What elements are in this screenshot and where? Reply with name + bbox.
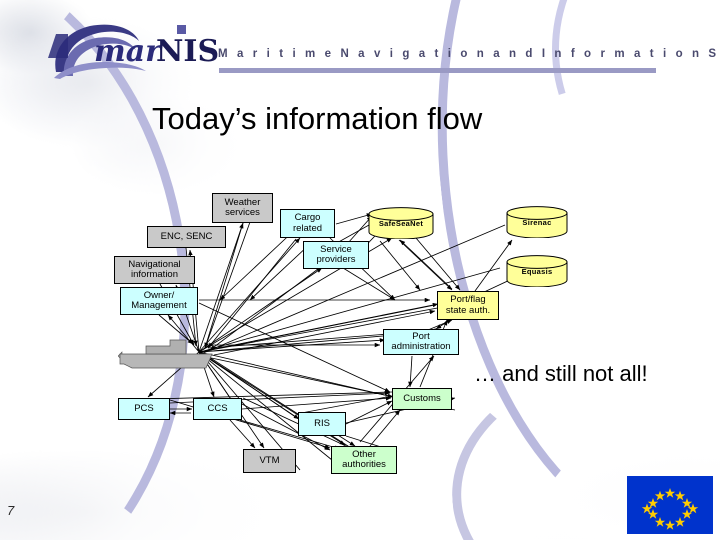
node-service-providers[interactable]: Service providers — [303, 241, 369, 269]
node-sirenac-label: Sirenac — [522, 217, 552, 227]
node-equasis-label: Equasis — [521, 266, 553, 276]
node-owner-management[interactable]: Owner/ Management — [120, 287, 198, 315]
node-port-flag-state-auth[interactable]: Port/flag state auth. — [437, 291, 499, 320]
node-ccs[interactable]: CCS — [193, 398, 242, 420]
slide: mar NIS M a r i t i m e N a v i g a t i … — [0, 0, 720, 540]
node-other-authorities[interactable]: Other authorities — [331, 446, 397, 474]
node-navigational-information[interactable]: Navigational information — [114, 256, 195, 284]
node-safeseanet[interactable]: SafeSeaNet — [368, 207, 434, 239]
node-port-administration[interactable]: Port administration — [383, 329, 459, 355]
node-equasis[interactable]: Equasis — [506, 255, 568, 287]
node-customs[interactable]: Customs — [392, 388, 452, 410]
node-sirenac[interactable]: Sirenac — [506, 206, 568, 238]
page-number: 7 — [7, 503, 15, 518]
node-ris[interactable]: RIS — [298, 412, 346, 436]
node-vtm[interactable]: VTM — [243, 449, 296, 473]
node-weather-services[interactable]: Weather services — [212, 193, 273, 223]
ship-icon — [118, 338, 214, 374]
eu-flag-icon — [627, 476, 713, 534]
node-safeseanet-label: SafeSeaNet — [378, 218, 424, 228]
annotation-still-not-all: … and still not all! — [474, 361, 648, 386]
information-flow-diagram: Weather services ENC, SENC Navigational … — [0, 0, 720, 540]
node-cargo-related[interactable]: Cargo related — [280, 209, 335, 238]
node-enc-senc[interactable]: ENC, SENC — [147, 226, 226, 248]
node-pcs[interactable]: PCS — [118, 398, 170, 420]
